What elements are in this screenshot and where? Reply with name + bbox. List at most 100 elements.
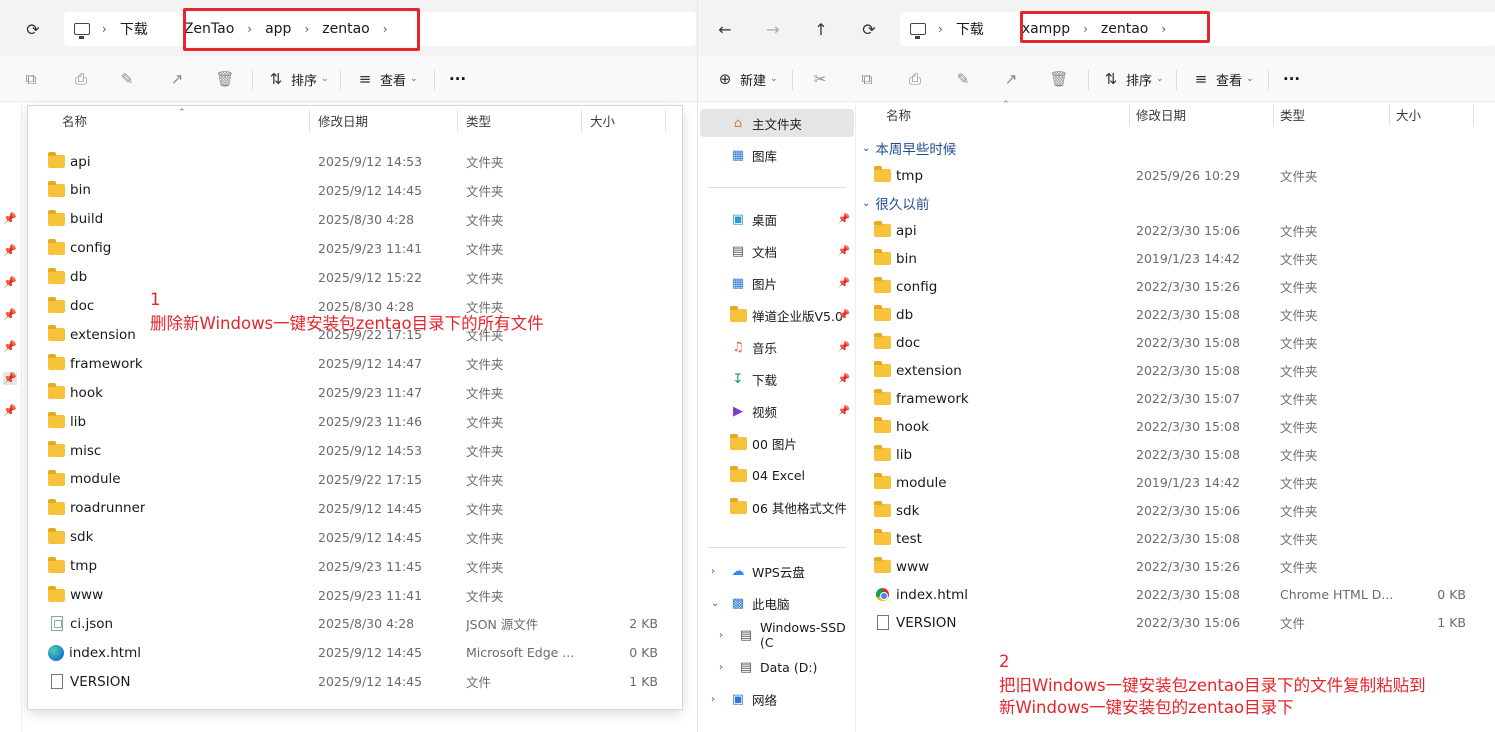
file-row[interactable]: tmp 2025/9/26 10:29 文件夹 <box>862 161 1478 190</box>
share-icon[interactable]: ↗ <box>166 65 188 93</box>
rename-icon[interactable]: ✎ <box>952 65 974 93</box>
file-row[interactable]: tmp 2025/9/23 11:45 文件夹 <box>28 552 682 581</box>
file-row[interactable]: bin 2019/1/23 14:42 文件夹 <box>862 244 1478 273</box>
file-row[interactable]: doc 2022/3/30 15:08 文件夹 <box>862 328 1478 357</box>
nav-item-network[interactable]: › ▣ 网络 <box>700 685 854 713</box>
desktop-icon: ▣ <box>731 211 745 227</box>
cut-icon[interactable]: ✂ <box>809 65 831 93</box>
file-row[interactable]: module 2025/9/22 17:15 文件夹 <box>28 465 682 494</box>
up-arrow-icon[interactable]: ↑ <box>806 14 836 44</box>
left-file-list: 名称 ⌃ 修改日期 类型 大小 api 2025/9/12 14:53 文件夹 bin… <box>28 106 682 709</box>
column-header-size[interactable]: 大小 <box>1390 100 1474 128</box>
sort-button[interactable]: ⇅ 排序 ⌄ <box>265 65 329 93</box>
more-options-button[interactable]: ··· <box>1283 65 1300 93</box>
file-row[interactable]: module 2019/1/23 14:42 文件夹 <box>862 468 1478 497</box>
copy-icon[interactable]: ⧉ <box>20 65 42 93</box>
nav-item-this-pc[interactable]: ⌄ ▩ 此电脑 <box>700 589 854 617</box>
column-header-date[interactable]: 修改日期 <box>1130 100 1274 128</box>
nav-item-pinned[interactable]: ▤ 文档 📌 <box>700 237 854 265</box>
column-header-type[interactable]: 类型 <box>1274 100 1390 128</box>
nav-label: 文档 <box>752 244 778 260</box>
forward-arrow-icon[interactable]: → <box>758 14 788 44</box>
column-header-name[interactable]: 名称 ⌃ <box>862 100 1130 128</box>
nav-item-folder[interactable]: 00 图片 <box>700 429 854 457</box>
file-row[interactable]: hook 2022/3/30 15:08 文件夹 <box>862 412 1478 441</box>
nav-item-home[interactable]: ⌂ 主文件夹 <box>700 109 854 137</box>
file-row[interactable]: hook 2025/9/23 11:47 文件夹 <box>28 378 682 407</box>
nav-item-folder[interactable]: 04 Excel <box>700 461 854 489</box>
file-row[interactable]: misc 2025/9/12 14:53 文件夹 <box>28 436 682 465</box>
file-row[interactable]: VERSION 2022/3/30 15:06 文件 1 KB <box>862 608 1478 637</box>
view-button[interactable]: ≡ 查看 ⌄ <box>1190 65 1254 93</box>
file-row[interactable]: extension 2022/3/30 15:08 文件夹 <box>862 356 1478 385</box>
file-name-cell: roadrunner <box>48 494 145 523</box>
nav-label: Data (D:) <box>760 659 818 675</box>
column-header-size[interactable]: 大小 <box>582 106 666 134</box>
new-button[interactable]: ⊕ 新建 ⌄ <box>714 65 778 93</box>
nav-item-pinned[interactable]: ♫ 音乐 📌 <box>700 333 854 361</box>
paste-icon[interactable]: ⎙ <box>904 65 926 93</box>
file-name-cell: test <box>874 524 922 553</box>
file-row[interactable]: index.html 2022/3/30 15:08 Chrome HTML D..… <box>862 580 1478 609</box>
nav-item-wps-cloud[interactable]: › ☁ WPS云盘 <box>700 557 854 585</box>
file-row[interactable]: sdk 2025/9/12 14:45 文件夹 <box>28 523 682 552</box>
file-row[interactable]: index.html 2025/9/12 14:45 Microsoft Edge … <box>28 638 682 667</box>
file-row[interactable]: lib 2025/9/23 11:46 文件夹 <box>28 407 682 436</box>
group-header-recent[interactable]: ⌄ 本周早些时候 <box>862 138 956 158</box>
more-options-button[interactable]: ··· <box>449 65 466 93</box>
file-row[interactable]: config 2025/9/23 11:41 文件夹 <box>28 234 682 263</box>
nav-item-pinned[interactable]: ↧ 下载 📌 <box>700 365 854 393</box>
nav-item-pinned[interactable]: ▶ 视频 📌 <box>700 397 854 425</box>
plus-icon: ⊕ <box>718 70 732 88</box>
column-header-name[interactable]: 名称 ⌃ <box>28 106 310 134</box>
nav-item-folder[interactable]: 06 其他格式文件 <box>700 493 854 521</box>
paste-icon[interactable]: ⎙ <box>70 65 92 93</box>
nav-item-pinned[interactable]: 禅道企业版V5.0 📌 <box>700 301 854 329</box>
file-row[interactable]: www 2022/3/30 15:26 文件夹 <box>862 552 1478 581</box>
nav-item-drive-d[interactable]: › ▤ Data (D:) <box>708 653 854 681</box>
breadcrumb-downloads[interactable]: 下载 <box>947 19 993 39</box>
file-row[interactable]: build 2025/8/30 4:28 文件夹 <box>28 205 682 234</box>
file-name-cell: doc <box>874 328 920 357</box>
group-header-old[interactable]: ⌄ 很久以前 <box>862 193 929 213</box>
nav-item-gallery[interactable]: ▦ 图库 <box>700 141 854 169</box>
rename-icon[interactable]: ✎ <box>116 65 138 93</box>
refresh-icon[interactable]: ⟳ <box>854 14 884 44</box>
nav-item-pinned[interactable]: ▦ 图片 📌 <box>700 269 854 297</box>
nav-divider <box>708 187 846 188</box>
file-row[interactable]: api 2025/9/12 14:53 文件夹 <box>28 147 682 176</box>
nav-item-pinned[interactable]: ▣ 桌面 📌 <box>700 205 854 233</box>
back-arrow-icon[interactable]: ← <box>710 14 740 44</box>
folder-icon <box>729 305 747 322</box>
file-row[interactable]: config 2022/3/30 15:26 文件夹 <box>862 272 1478 301</box>
file-row[interactable]: framework 2022/3/30 15:07 文件夹 <box>862 384 1478 413</box>
pin-icon: 📌 <box>3 244 17 257</box>
column-label: 修改日期 <box>1136 107 1187 123</box>
file-date: 2022/3/30 15:26 <box>1136 559 1241 574</box>
view-button[interactable]: ≡ 查看 ⌄ <box>354 65 418 93</box>
nav-item-drive-c[interactable]: › ▤ Windows-SSD (C <box>708 620 854 650</box>
file-row[interactable]: www 2025/9/23 11:41 文件夹 <box>28 581 682 610</box>
delete-icon[interactable]: 🗑 <box>214 65 236 93</box>
column-header-type[interactable]: 类型 <box>458 106 582 134</box>
file-row[interactable]: db 2022/3/30 15:08 文件夹 <box>862 300 1478 329</box>
file-row[interactable]: framework 2025/9/12 14:47 文件夹 <box>28 349 682 378</box>
file-row[interactable]: sdk 2022/3/30 15:06 文件夹 <box>862 496 1478 525</box>
share-icon[interactable]: ↗ <box>1000 65 1022 93</box>
file-row[interactable]: VERSION 2025/9/12 14:45 文件 1 KB <box>28 667 682 696</box>
file-row[interactable]: db 2025/9/12 15:22 文件夹 <box>28 263 682 292</box>
file-row[interactable]: ci.json 2025/8/30 4:28 JSON 源文件 2 KB <box>28 609 682 638</box>
copy-icon[interactable]: ⧉ <box>856 65 878 93</box>
breadcrumb-downloads[interactable]: 下载 <box>111 19 157 39</box>
refresh-icon[interactable]: ⟳ <box>18 14 48 44</box>
file-row[interactable]: bin 2025/9/12 14:45 文件夹 <box>28 176 682 205</box>
file-size <box>1402 384 1466 413</box>
file-size <box>588 292 658 321</box>
file-row[interactable]: api 2022/3/30 15:06 文件夹 <box>862 216 1478 245</box>
column-header-date[interactable]: 修改日期 <box>310 106 458 134</box>
sort-button[interactable]: ⇅ 排序 ⌄ <box>1100 65 1164 93</box>
file-row[interactable]: roadrunner 2025/9/12 14:45 文件夹 <box>28 494 682 523</box>
file-row[interactable]: test 2022/3/30 15:08 文件夹 <box>862 524 1478 553</box>
file-row[interactable]: lib 2022/3/30 15:08 文件夹 <box>862 440 1478 469</box>
delete-icon[interactable]: 🗑 <box>1048 65 1070 93</box>
